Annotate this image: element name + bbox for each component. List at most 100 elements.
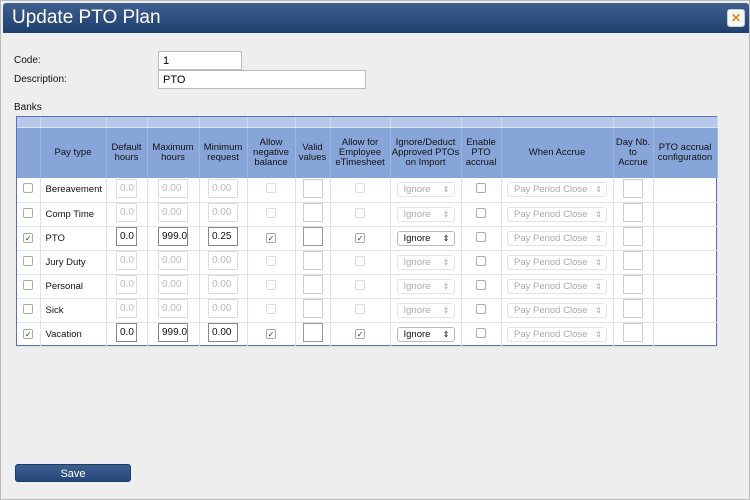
updown-chevron-icon: ⇕ (442, 209, 450, 219)
default-hours-input[interactable]: 0.0 (116, 299, 137, 318)
default-hours-input[interactable]: 0.0 (116, 178, 137, 198)
save-button[interactable]: Save (15, 464, 131, 482)
when-accrue-select[interactable]: Pay Period Close ⇕ (507, 254, 607, 270)
when-accrue-select[interactable]: Pay Period Close ⇕ (507, 206, 607, 222)
ignore-deduct-select[interactable]: Ignore ⇕ (396, 206, 455, 222)
ignore-deduct-select[interactable]: Ignore ⇕ (396, 302, 455, 318)
when-accrue-select[interactable]: Pay Period Close ⇕ (507, 182, 607, 198)
allow-etimesheet-checkbox[interactable]: ✓ (355, 232, 365, 243)
pay-type-label: Comp Time (45, 208, 95, 220)
table-cell: 0.00 (199, 274, 248, 299)
updown-chevron-icon: ⇕ (595, 257, 602, 267)
maximum-hours-input[interactable]: 0.00 (158, 203, 188, 222)
maximum-hours-input[interactable]: 999.0 (158, 227, 188, 246)
day-nb-input[interactable] (623, 323, 643, 342)
column-header: When Accrue (501, 127, 614, 178)
row-select-checkbox[interactable] (23, 207, 34, 218)
maximum-hours-input[interactable]: 0.00 (158, 178, 188, 198)
minimum-request-input[interactable]: 0.00 (208, 203, 238, 222)
maximum-hours-input[interactable]: 0.00 (158, 251, 188, 270)
enable-accrual-checkbox[interactable] (476, 327, 486, 338)
allow-etimesheet-checkbox[interactable]: ✓ (355, 328, 365, 339)
when-accrue-select[interactable]: Pay Period Close ⇕ (507, 326, 607, 342)
default-hours-input[interactable]: 0.0 (116, 323, 137, 342)
enable-accrual-checkbox[interactable] (476, 255, 486, 266)
row-select-checkbox[interactable]: ✓ (23, 328, 34, 339)
allow-etimesheet-checkbox[interactable] (355, 207, 365, 218)
valid-values-input[interactable] (302, 299, 323, 318)
valid-values-input[interactable] (302, 227, 323, 246)
when-accrue-select[interactable]: Pay Period Close ⇕ (507, 278, 607, 294)
enable-accrual-checkbox[interactable] (476, 207, 486, 218)
enable-accrual-checkbox[interactable] (476, 303, 486, 314)
day-nb-input[interactable] (623, 227, 643, 246)
close-icon[interactable]: ✕ (727, 9, 745, 27)
header-strip-cell (613, 117, 654, 128)
valid-values-input[interactable] (302, 203, 323, 222)
row-select-checkbox[interactable] (23, 279, 34, 290)
ignore-deduct-select[interactable]: Ignore ⇕ (396, 182, 455, 198)
when-accrue-select[interactable]: Pay Period Close ⇕ (507, 302, 607, 318)
allow-etimesheet-checkbox[interactable] (355, 303, 365, 314)
table-cell: 0.0 (106, 298, 148, 323)
row-select-checkbox[interactable] (23, 255, 34, 266)
default-hours-input[interactable]: 0.0 (116, 227, 137, 246)
table-cell (461, 178, 502, 203)
table-cell (330, 178, 391, 203)
allow-negative-checkbox[interactable]: ✓ (266, 232, 276, 243)
code-input[interactable] (158, 51, 242, 70)
description-input[interactable] (158, 70, 366, 89)
allow-negative-checkbox[interactable]: ✓ (266, 328, 276, 339)
ignore-deduct-select[interactable]: Ignore ⇕ (396, 254, 455, 270)
allow-negative-checkbox[interactable] (266, 279, 276, 290)
updown-chevron-icon: ⇕ (442, 281, 450, 291)
pay-type-label: Personal (45, 280, 84, 292)
enable-accrual-checkbox[interactable] (476, 279, 486, 290)
table-cell: ✓ (247, 322, 296, 347)
valid-values-input[interactable] (302, 323, 323, 342)
ignore-deduct-select[interactable]: Ignore ⇕ (396, 230, 455, 246)
select-value: Ignore (403, 256, 431, 268)
row-select-checkbox[interactable] (23, 303, 34, 314)
minimum-request-input[interactable]: 0.00 (208, 251, 238, 270)
row-select-checkbox[interactable]: ✓ (23, 232, 34, 243)
default-hours-input[interactable]: 0.0 (116, 275, 137, 294)
banks-table: Pay type Default hours Maximum hours Minimu… (16, 116, 718, 347)
enable-accrual-checkbox[interactable] (476, 183, 486, 194)
ignore-deduct-select[interactable]: Ignore ⇕ (396, 278, 455, 294)
table-cell: 0.00 (147, 202, 200, 227)
allow-negative-checkbox[interactable] (266, 255, 276, 266)
minimum-request-input[interactable]: 0.25 (208, 227, 238, 246)
maximum-hours-input[interactable]: 0.00 (158, 275, 188, 294)
day-nb-input[interactable] (623, 251, 643, 270)
ignore-deduct-select[interactable]: Ignore ⇕ (396, 326, 455, 342)
allow-negative-checkbox[interactable] (266, 207, 276, 218)
day-nb-input[interactable] (623, 275, 643, 294)
allow-negative-checkbox[interactable] (266, 303, 276, 314)
valid-values-input[interactable] (302, 178, 323, 198)
when-accrue-select[interactable]: Pay Period Close ⇕ (507, 230, 607, 246)
default-hours-input[interactable]: 0.0 (116, 203, 137, 222)
maximum-hours-input[interactable]: 999.0 (158, 323, 188, 342)
minimum-request-input[interactable]: 0.00 (208, 299, 238, 318)
minimum-request-input[interactable]: 0.00 (208, 275, 238, 294)
table-cell (653, 226, 718, 251)
allow-negative-checkbox[interactable] (266, 183, 276, 194)
default-hours-input[interactable]: 0.0 (116, 251, 137, 270)
table-cell: Pay Period Close ⇕ (501, 298, 614, 323)
valid-values-input[interactable] (302, 275, 323, 294)
select-value: Ignore (403, 280, 431, 292)
day-nb-input[interactable] (623, 299, 643, 318)
valid-values-input[interactable] (302, 251, 323, 270)
allow-etimesheet-checkbox[interactable] (355, 255, 365, 266)
minimum-request-input[interactable]: 0.00 (208, 323, 238, 342)
table-row: ✓ PTO 0.0 999.0 0.25 ✓ ✓ Ignore ⇕ Pay Period Clos… (17, 226, 718, 251)
row-select-checkbox[interactable] (23, 183, 34, 194)
enable-accrual-checkbox[interactable] (476, 231, 486, 242)
maximum-hours-input[interactable]: 0.00 (158, 299, 188, 318)
allow-etimesheet-checkbox[interactable] (355, 279, 365, 290)
minimum-request-input[interactable]: 0.00 (208, 178, 238, 198)
day-nb-input[interactable] (623, 203, 643, 222)
allow-etimesheet-checkbox[interactable] (355, 183, 365, 194)
day-nb-input[interactable] (623, 178, 643, 198)
